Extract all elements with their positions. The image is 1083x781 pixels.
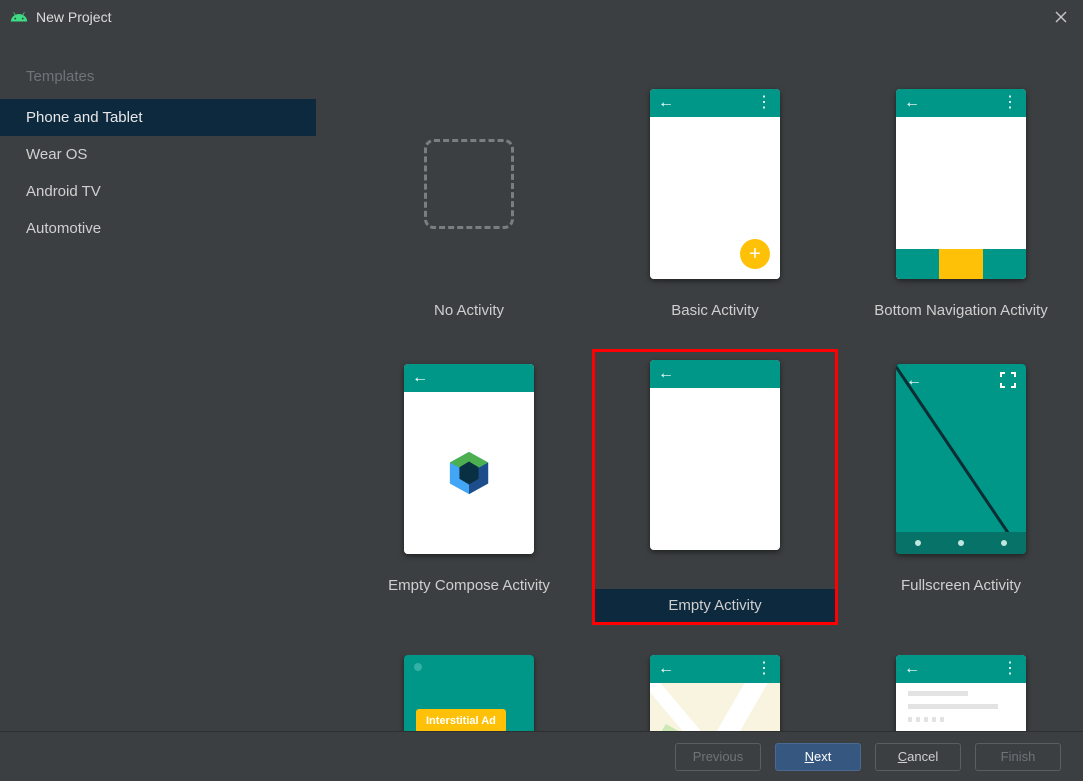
- sidebar-item-android-tv[interactable]: Android TV: [0, 173, 316, 210]
- sidebar-item-wear-os[interactable]: Wear OS: [0, 136, 316, 173]
- template-tile-ads[interactable]: Interstitial Ad: [346, 655, 592, 731]
- back-arrow-icon: ←: [412, 369, 428, 387]
- sidebar-item-phone-tablet[interactable]: Phone and Tablet: [0, 99, 316, 136]
- fab-icon: +: [740, 239, 770, 269]
- back-arrow-icon: ←: [658, 660, 674, 678]
- template-tile-label: Bottom Navigation Activity: [874, 302, 1047, 319]
- back-arrow-icon: ←: [658, 365, 674, 383]
- sidebar-item-label: Phone and Tablet: [26, 109, 143, 126]
- thumbnail-maps: ←⋮: [650, 655, 780, 731]
- template-tile-label: No Activity: [434, 302, 504, 319]
- ad-badge: Interstitial Ad: [416, 709, 506, 731]
- compose-icon: [446, 450, 492, 496]
- thumbnail-bottom-nav: ←⋮: [896, 89, 1026, 279]
- thumbnail-basic-activity: ← ⋮ +: [650, 89, 780, 279]
- template-tile-label: Fullscreen Activity: [901, 577, 1021, 594]
- previous-button[interactable]: Previous: [675, 743, 761, 771]
- sidebar-item-label: Android TV: [26, 183, 101, 200]
- back-arrow-icon: ←: [904, 94, 920, 112]
- template-tile-empty-compose[interactable]: ← Empty Compose Activity: [346, 349, 592, 625]
- overflow-icon: ⋮: [1002, 667, 1018, 671]
- sidebar: Templates Phone and Tablet Wear OS Andro…: [0, 34, 316, 731]
- back-arrow-icon: ←: [904, 660, 920, 678]
- template-tile-master-detail[interactable]: ←⋮: [838, 655, 1083, 731]
- back-arrow-icon: ←: [658, 94, 674, 112]
- template-gallery-scroll[interactable]: No Activity ←⋮ + Basic Activity ←⋮: [316, 34, 1083, 731]
- android-icon: [10, 8, 28, 26]
- expand-icon: [1000, 372, 1016, 388]
- overflow-icon: ⋮: [756, 667, 772, 671]
- thumbnail-empty-activity: ←: [650, 360, 780, 550]
- template-tile-maps[interactable]: ←⋮: [592, 655, 838, 731]
- template-tile-fullscreen[interactable]: ← Fullscreen Activity: [838, 349, 1083, 625]
- template-tile-bottom-navigation[interactable]: ←⋮ Bottom Navigation Activity: [838, 74, 1083, 319]
- template-tile-basic-activity[interactable]: ← ⋮ + Basic Activity: [592, 74, 838, 319]
- wizard-footer: Previous Next Cancel Finish: [0, 731, 1083, 781]
- sidebar-item-label: Wear OS: [26, 146, 87, 163]
- thumbnail-master-detail: ←⋮: [896, 655, 1026, 731]
- template-gallery: No Activity ←⋮ + Basic Activity ←⋮: [316, 34, 1083, 731]
- template-tile-label: Basic Activity: [671, 302, 759, 319]
- finish-button[interactable]: Finish: [975, 743, 1061, 771]
- next-button[interactable]: Next: [775, 743, 861, 771]
- close-button[interactable]: [1049, 5, 1073, 29]
- template-tile-label: Empty Activity: [595, 589, 835, 622]
- template-tile-no-activity[interactable]: No Activity: [346, 74, 592, 319]
- sidebar-heading: Templates: [0, 54, 316, 99]
- back-arrow-icon: ←: [906, 372, 922, 390]
- template-tile-empty-activity[interactable]: ← Empty Activity: [592, 349, 838, 625]
- window-title: New Project: [36, 9, 111, 25]
- thumbnail-fullscreen: ←: [896, 364, 1026, 554]
- thumbnail-empty-compose: ←: [404, 364, 534, 554]
- sidebar-item-automotive[interactable]: Automotive: [0, 210, 316, 247]
- overflow-icon: ⋮: [1002, 101, 1018, 105]
- overflow-icon: ⋮: [756, 101, 772, 105]
- sidebar-item-label: Automotive: [26, 220, 101, 237]
- cancel-button[interactable]: Cancel: [875, 743, 961, 771]
- bottom-nav-icon: [896, 249, 1026, 279]
- title-bar: New Project: [0, 0, 1083, 34]
- close-icon: [1055, 11, 1067, 23]
- template-tile-label: Empty Compose Activity: [388, 577, 550, 594]
- thumbnail-ads: Interstitial Ad: [404, 655, 534, 731]
- no-activity-icon: [424, 139, 514, 229]
